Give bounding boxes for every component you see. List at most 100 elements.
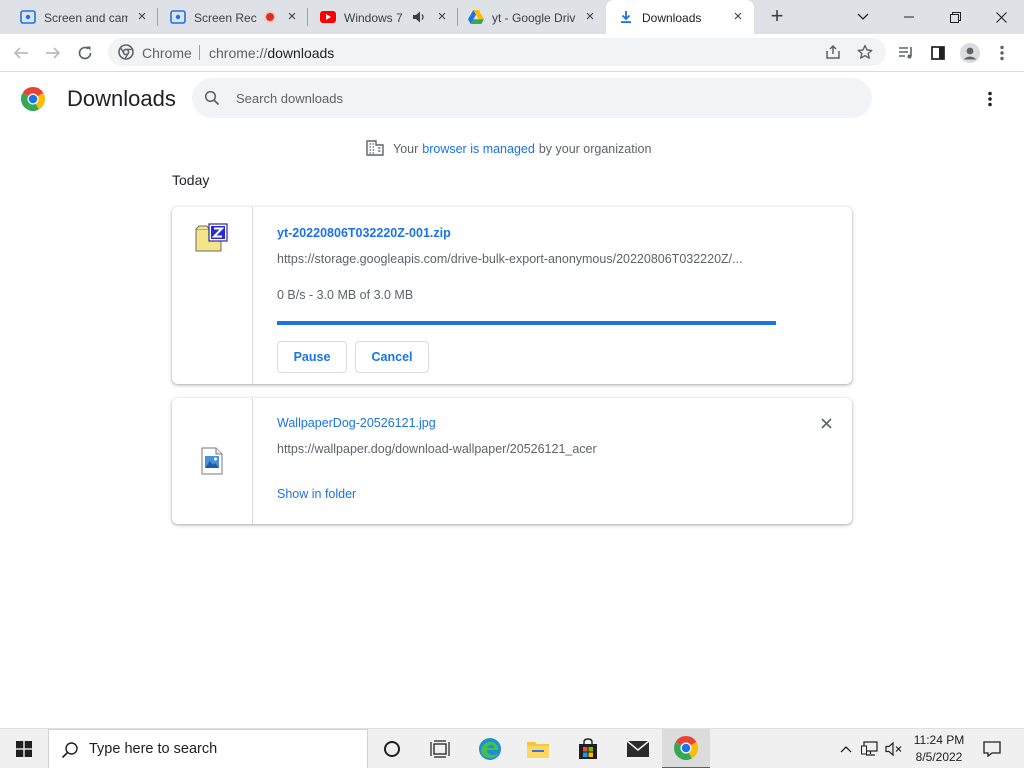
new-tab-button[interactable]: +	[766, 5, 788, 28]
network-icon	[861, 741, 878, 756]
taskbar-file-explorer[interactable]	[514, 729, 562, 768]
restore-button[interactable]	[932, 0, 978, 34]
taskbar-edge[interactable]	[466, 729, 514, 768]
tab-screen-and-camera[interactable]: Screen and cam ×	[0, 0, 158, 34]
chrome-icon	[674, 736, 698, 760]
task-view-icon	[430, 740, 450, 758]
media-controls-button[interactable]	[891, 38, 921, 68]
taskbar-search-box[interactable]: Type here to search	[48, 729, 368, 768]
chevron-up-icon	[840, 746, 852, 753]
kebab-menu-icon	[1000, 45, 1004, 61]
back-arrow-icon	[13, 47, 28, 59]
omnibox[interactable]: Chrome chrome://downloads	[108, 38, 886, 66]
download-card-jpg: WallpaperDog-20526121.jpg https://wallpa…	[172, 398, 852, 524]
back-button[interactable]	[6, 38, 36, 68]
close-tab-icon[interactable]: ×	[134, 9, 150, 25]
youtube-icon	[320, 10, 336, 24]
search-downloads-input[interactable]	[236, 88, 836, 108]
audio-playing-icon[interactable]	[412, 10, 426, 27]
tab-title: Windows 7	[344, 11, 403, 25]
progress-fill	[277, 321, 776, 325]
close-icon	[995, 11, 1007, 23]
taskbar-chrome[interactable]	[662, 729, 710, 768]
download-filename-link[interactable]: yt-20220806T032220Z-001.zip	[277, 226, 451, 240]
pause-button[interactable]: Pause	[277, 341, 347, 373]
cancel-button[interactable]: Cancel	[355, 341, 429, 373]
tab-google-drive[interactable]: yt - Google Driv ×	[458, 0, 606, 34]
close-icon	[820, 417, 832, 429]
download-progress-bar	[277, 321, 776, 325]
file-icon-column	[172, 398, 253, 524]
tab-windows-7[interactable]: Windows 7 ×	[308, 0, 458, 34]
start-button[interactable]	[0, 729, 48, 768]
folder-icon	[527, 742, 549, 758]
task-view-button[interactable]	[416, 729, 464, 768]
close-tab-icon[interactable]: ×	[434, 9, 450, 25]
cortana-button[interactable]	[368, 729, 416, 768]
tab-screen-recorder[interactable]: Screen Rec ×	[158, 0, 308, 34]
page-title: Downloads	[67, 86, 176, 111]
download-card-zip: yt-20220806T032220Z-001.zip https://stor…	[172, 207, 852, 384]
more-actions-button[interactable]	[978, 86, 1002, 112]
tab-strip: Screen and cam × Screen Rec × Windows 7 …	[0, 0, 1024, 34]
media-queue-icon	[899, 47, 912, 59]
managed-notice: Your browser is managed by your organiza…	[366, 139, 652, 159]
close-tab-icon[interactable]: ×	[730, 9, 746, 25]
download-filename-link[interactable]: WallpaperDog-20526121.jpg	[277, 416, 436, 430]
windows-taskbar: Type here to search 11:24 PM 8/5/2022	[0, 728, 1024, 768]
site-label: Chrome	[142, 45, 192, 61]
url-path: downloads	[267, 45, 335, 61]
volume-button[interactable]	[884, 739, 904, 759]
download-source-url: https://storage.googleapis.com/drive-bul…	[277, 252, 743, 266]
chrome-menu-button[interactable]	[987, 38, 1017, 68]
tab-search-button[interactable]	[840, 0, 886, 34]
browser-toolbar: Chrome chrome://downloads	[0, 34, 1024, 72]
close-tab-icon[interactable]: ×	[284, 9, 300, 25]
minimize-icon	[904, 16, 914, 18]
zip-file-icon	[195, 223, 229, 256]
remove-from-list-button[interactable]	[816, 413, 836, 433]
tab-title: Screen and cam	[44, 11, 128, 25]
chevron-down-icon	[857, 13, 869, 20]
search-icon	[61, 741, 79, 762]
chrome-site-icon[interactable]	[118, 44, 134, 63]
url-text[interactable]: chrome://downloads	[209, 45, 334, 61]
side-panel-button[interactable]	[923, 38, 953, 68]
file-icon-column	[172, 207, 253, 384]
url-scheme: chrome://	[209, 45, 268, 61]
browser-managed-link[interactable]: browser is managed	[422, 142, 535, 156]
show-hidden-icons-button[interactable]	[836, 739, 856, 759]
clock-time: 11:24 PM	[913, 733, 965, 747]
download-status-text: 0 B/s - 3.0 MB of 3.0 MB	[277, 288, 414, 302]
forward-button[interactable]	[38, 38, 68, 68]
reload-button[interactable]	[70, 38, 100, 68]
recording-icon	[264, 11, 276, 23]
notification-icon	[983, 741, 1001, 757]
download-icon	[618, 10, 634, 24]
network-button[interactable]	[860, 739, 880, 759]
omnibox-divider	[199, 45, 200, 60]
restore-icon	[949, 11, 961, 23]
taskbar-mail[interactable]	[614, 729, 662, 768]
volume-muted-icon	[885, 741, 902, 757]
managed-suffix: by your organization	[538, 142, 652, 156]
building-icon	[366, 139, 384, 159]
tab-title: Downloads	[642, 11, 702, 25]
search-icon[interactable]	[204, 90, 220, 109]
taskbar-clock[interactable]: 11:24 PM 8/5/2022	[906, 732, 972, 766]
tab-downloads[interactable]: Downloads ×	[606, 0, 754, 34]
managed-prefix: Your	[393, 142, 419, 156]
taskbar-store[interactable]	[564, 729, 612, 768]
show-in-folder-link[interactable]: Show in folder	[277, 487, 356, 501]
search-downloads-box[interactable]	[192, 78, 872, 118]
close-tab-icon[interactable]: ×	[582, 9, 598, 25]
bookmark-star-icon[interactable]	[856, 43, 874, 61]
action-center-button[interactable]	[982, 739, 1002, 759]
minimize-button[interactable]	[886, 0, 932, 34]
cortana-circle-icon	[384, 741, 400, 757]
close-window-button[interactable]	[978, 0, 1024, 34]
profile-button[interactable]	[955, 38, 985, 68]
chrome-logo-icon	[21, 87, 45, 111]
share-icon[interactable]	[824, 43, 842, 61]
side-panel-icon	[931, 46, 945, 60]
